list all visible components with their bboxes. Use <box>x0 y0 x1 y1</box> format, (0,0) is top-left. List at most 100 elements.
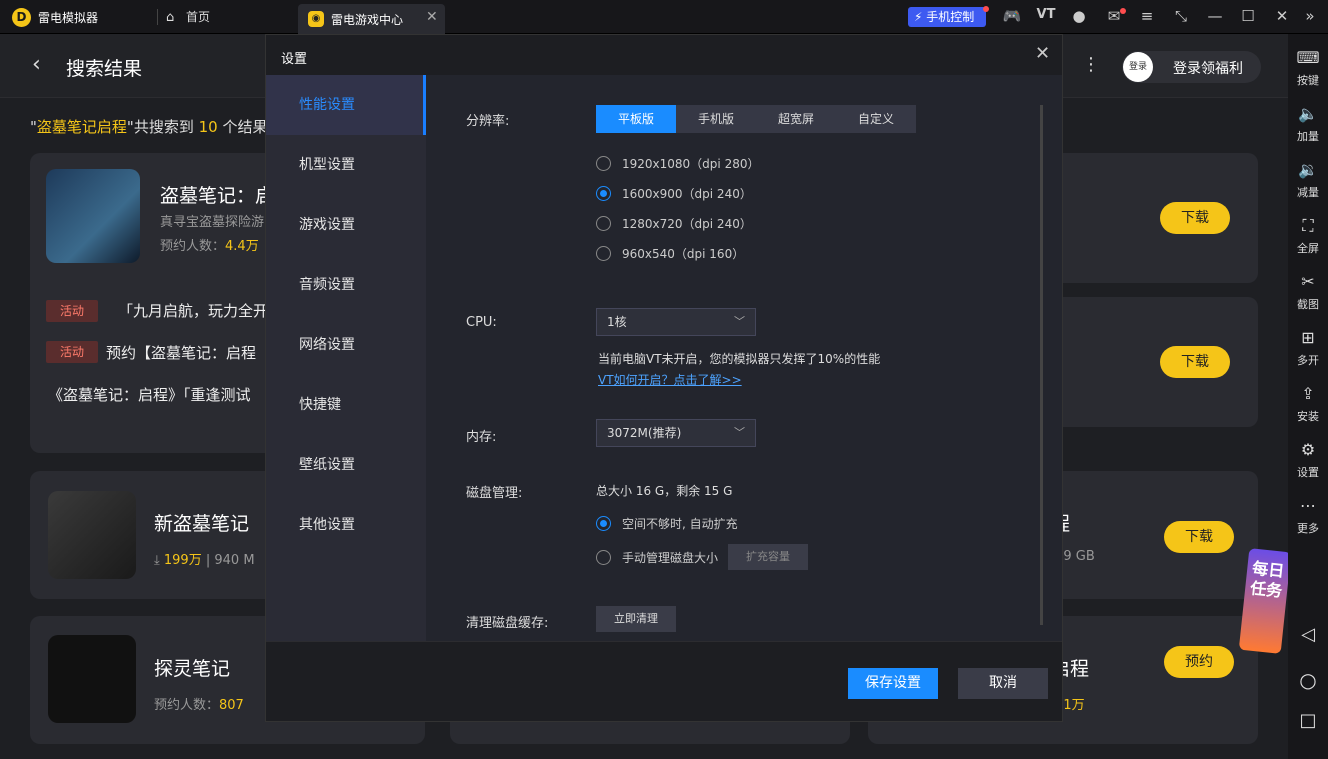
close-tab-icon[interactable]: ✕ <box>426 9 438 25</box>
disk-option[interactable]: 手动管理磁盘大小 <box>596 549 718 566</box>
dialog-footer: 保存设置 取消 <box>266 641 1062 721</box>
shrink-icon[interactable]: ⤡ <box>1171 7 1191 25</box>
disk-option-label: 手动管理磁盘大小 <box>622 551 719 565</box>
maximize-icon[interactable]: ☐ <box>1238 7 1258 25</box>
vt-indicator[interactable]: VT <box>1036 7 1056 22</box>
toolbar-fullscreen[interactable]: ⛶ 全屏 <box>1288 216 1328 256</box>
summary-prefix: " <box>30 118 37 136</box>
app-meta-label: 预约人数： <box>154 698 220 713</box>
app-name: 探灵笔记 <box>154 658 231 680</box>
activity-text[interactable]: 《盗墓笔记：启程》「重逢测试 <box>48 384 251 405</box>
sidebar-item-audio[interactable]: 音频设置 <box>266 255 426 315</box>
activity-text[interactable]: 「九月启航，玩力全开 <box>118 300 268 321</box>
sidebar-item-model[interactable]: 机型设置 <box>266 135 426 195</box>
sidebar-item-game[interactable]: 游戏设置 <box>266 195 426 255</box>
tab-custom[interactable]: 自定义 <box>836 105 916 133</box>
toolbar-volume-down[interactable]: 🔉 减量 <box>1288 160 1328 200</box>
app-desc: 真寻宝盗墓探险游 <box>160 215 265 230</box>
save-settings-button[interactable]: 保存设置 <box>848 668 938 699</box>
gamepad-controller-icon[interactable]: 🎮 <box>1002 7 1022 25</box>
download-button[interactable]: 下载 <box>1164 521 1234 553</box>
expand-capacity-button[interactable]: 扩充容量 <box>728 544 808 570</box>
multi-open-icon: ⊞ <box>1301 328 1315 347</box>
sidebar-item-shortcuts[interactable]: 快捷键 <box>266 375 426 435</box>
download-button[interactable]: 下载 <box>1160 346 1230 378</box>
resolution-label: 分辨率: <box>466 114 510 129</box>
toolbar-settings[interactable]: ⚙ 设置 <box>1288 440 1328 480</box>
lightning-icon: ⚡ <box>914 10 923 24</box>
app-logo-icon: D <box>12 8 31 27</box>
tab-ultrawide[interactable]: 超宽屏 <box>756 105 836 133</box>
more-options-icon[interactable]: ⋮ <box>1082 54 1100 75</box>
clean-now-button[interactable]: 立即清理 <box>596 606 676 632</box>
toolbar-label: 全屏 <box>1297 242 1319 255</box>
collapse-sidebar-icon[interactable]: » <box>1300 7 1320 25</box>
resolution-option[interactable]: 1600x900（dpi 240） <box>596 185 752 202</box>
dialog-title: 设置 <box>281 52 308 67</box>
gamepad-icon: ◉ <box>308 11 324 27</box>
toolbar-more[interactable]: ⋯ 更多 <box>1288 496 1328 536</box>
radio-button[interactable] <box>596 216 611 231</box>
app-meta-value: 4.4万 <box>225 239 259 254</box>
sidebar-item-other[interactable]: 其他设置 <box>266 495 426 555</box>
resolution-option[interactable]: 960x540（dpi 160） <box>596 245 744 262</box>
scrollbar[interactable] <box>1040 105 1043 625</box>
resolution-option[interactable]: 1920x1080（dpi 280） <box>596 155 759 172</box>
nav-home-icon[interactable]: ○ <box>1288 668 1328 692</box>
cpu-label: CPU: <box>466 315 497 330</box>
radio-button[interactable] <box>596 550 611 565</box>
tab-tablet[interactable]: 平板版 <box>596 105 676 133</box>
radio-button-selected[interactable] <box>596 516 611 531</box>
vt-help-link[interactable]: VT如何开启？点击了解>> <box>598 371 742 388</box>
resolution-option[interactable]: 1280x720（dpi 240） <box>596 215 752 232</box>
close-icon[interactable]: ✕ <box>1035 43 1050 64</box>
clean-cache-label: 清理磁盘缓存: <box>466 616 549 631</box>
toolbar-multi-open[interactable]: ⊞ 多开 <box>1288 328 1328 368</box>
toolbar-volume-up[interactable]: 🔈 加量 <box>1288 104 1328 144</box>
toolbar-label: 多开 <box>1297 354 1319 367</box>
minimize-icon[interactable]: — <box>1205 7 1225 25</box>
disk-info: 总大小 16 G，剩余 15 G <box>596 484 733 498</box>
volume-up-icon: 🔈 <box>1298 104 1318 123</box>
radio-button-selected[interactable] <box>596 186 611 201</box>
chevron-down-icon: ﹀ <box>734 315 745 328</box>
tab-phone[interactable]: 手机版 <box>676 105 756 133</box>
app-meta-label: 预约人数： <box>160 239 226 254</box>
login-label: 登录领福利 <box>1173 61 1243 77</box>
nav-recent-icon[interactable]: □ <box>1288 710 1328 731</box>
activity-text[interactable]: 预约【盗墓笔记：启程 <box>106 342 256 363</box>
phone-control-button[interactable]: ⚡ 手机控制 <box>908 7 986 27</box>
disk-option-label: 空间不够时, 自动扩充 <box>622 517 738 531</box>
login-button[interactable]: 登录 登录领福利 <box>1122 51 1261 83</box>
cpu-select[interactable]: 1核 ﹀ <box>596 308 756 336</box>
more-icon: ⋯ <box>1300 496 1316 515</box>
cancel-button[interactable]: 取消 <box>958 668 1048 699</box>
app-title: 雷电模拟器 <box>38 11 99 25</box>
radio-button[interactable] <box>596 156 611 171</box>
menu-icon[interactable]: ≡ <box>1137 7 1157 25</box>
home-icon: ⌂ <box>166 10 175 25</box>
memory-select[interactable]: 3072M(推荐) ﹀ <box>596 419 756 447</box>
disk-option[interactable]: 空间不够时, 自动扩充 <box>596 515 738 532</box>
cpu-select-value: 1核 <box>607 315 627 329</box>
user-icon[interactable]: ● <box>1069 7 1089 25</box>
game-center-tab[interactable]: ◉ 雷电游戏中心 ✕ <box>298 4 445 34</box>
radio-button[interactable] <box>596 246 611 261</box>
toolbar-label: 按键 <box>1297 74 1319 87</box>
home-tab[interactable]: ⌂ 首页 <box>166 8 210 25</box>
back-arrow-icon[interactable]: ‹ <box>32 52 41 77</box>
close-window-icon[interactable]: ✕ <box>1272 7 1292 25</box>
sidebar-item-wallpaper[interactable]: 壁纸设置 <box>266 435 426 495</box>
apk-icon: ⇪ <box>1301 384 1315 403</box>
toolbar-screenshot[interactable]: ✂ 截图 <box>1288 272 1328 312</box>
nav-back-icon[interactable]: ◁ <box>1288 624 1328 645</box>
download-button[interactable]: 下载 <box>1160 202 1230 234</box>
sidebar-item-performance[interactable]: 性能设置 <box>266 75 426 135</box>
search-summary: "盗墓笔记启程"共搜索到 10 个结果 <box>30 116 267 137</box>
scissors-icon: ✂ <box>1301 272 1315 291</box>
toolbar-keyboard[interactable]: ⌨ 按键 <box>1288 48 1328 88</box>
sidebar-item-network[interactable]: 网络设置 <box>266 315 426 375</box>
reserve-button[interactable]: 预约 <box>1164 646 1234 678</box>
toolbar-install[interactable]: ⇪ 安装 <box>1288 384 1328 424</box>
vt-note: 当前电脑VT未开启，您的模拟器只发挥了10%的性能 <box>598 352 881 366</box>
